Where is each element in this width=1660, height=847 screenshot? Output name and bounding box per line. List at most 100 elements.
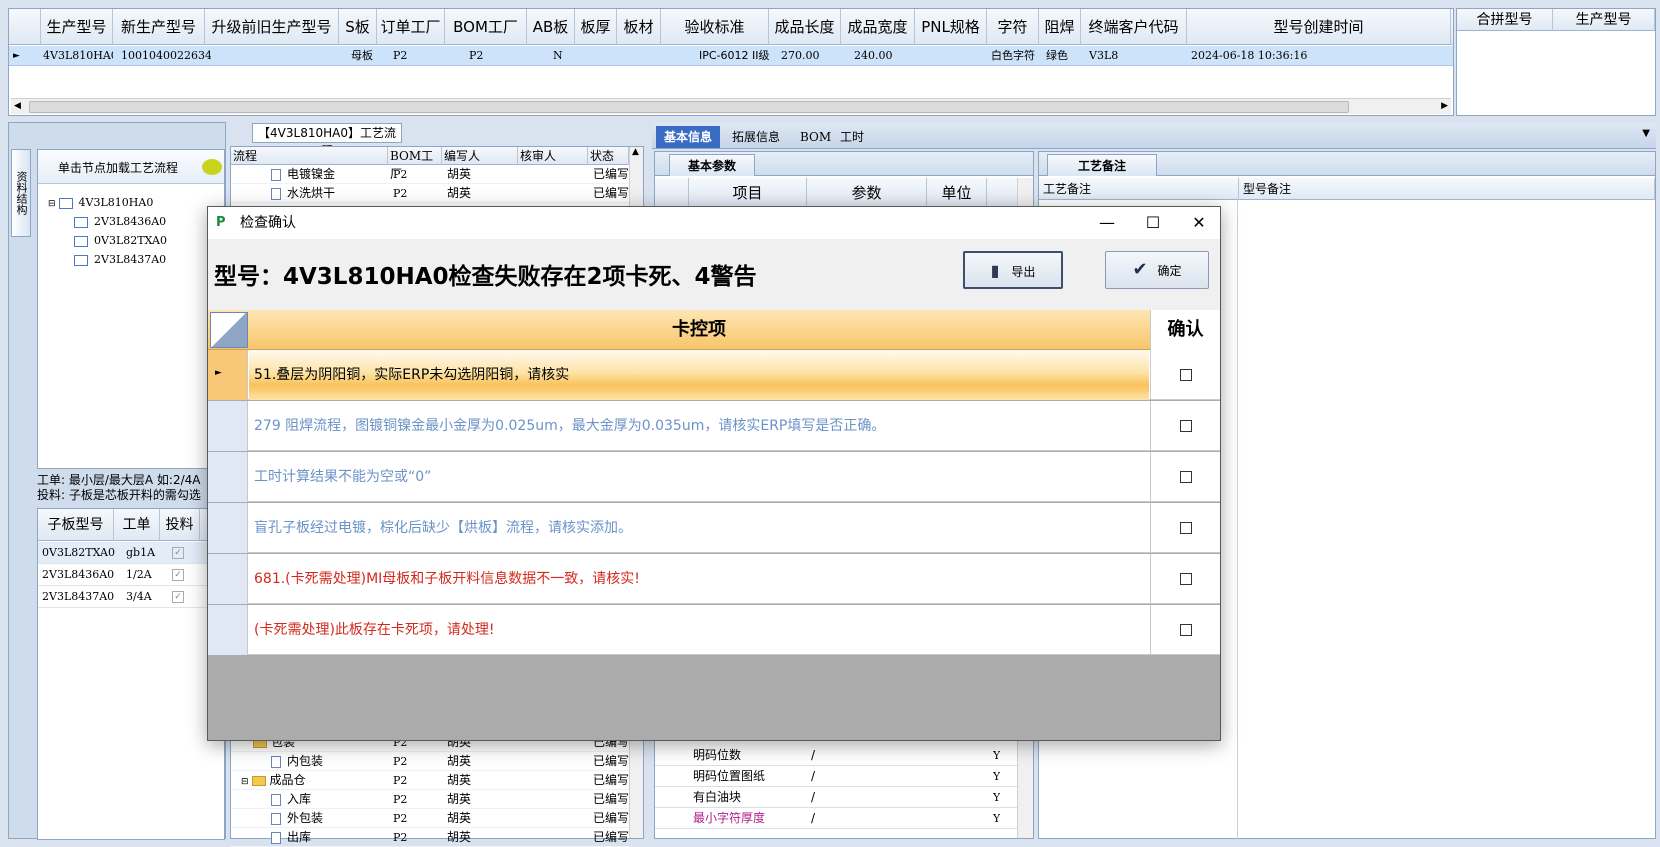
- col-header[interactable]: 项目: [689, 178, 807, 208]
- horizontal-scrollbar[interactable]: ◀ ▶: [11, 98, 1451, 114]
- maximize-icon[interactable]: ☐: [1130, 207, 1176, 239]
- book-icon: ▮: [990, 261, 1000, 280]
- check-row[interactable]: 工时计算结果不能为空或“0”: [208, 452, 1220, 502]
- feed-checkbox[interactable]: ✓: [172, 547, 184, 559]
- process-row[interactable]: ⊟ 成品仓 P2 胡英 已编写: [231, 771, 629, 790]
- confirm-checkbox[interactable]: [1180, 522, 1192, 534]
- feed-checkbox[interactable]: ✓: [172, 591, 184, 603]
- check-row[interactable]: (卡死需处理)此板存在卡死项，请处理!: [208, 605, 1220, 655]
- tab-structure[interactable]: 资料结构: [11, 149, 31, 237]
- minimize-icon[interactable]: —: [1084, 207, 1130, 239]
- col-header[interactable]: 核审人: [518, 147, 588, 165]
- confirm-checkbox[interactable]: [1180, 624, 1192, 636]
- param-row[interactable]: 明码位数 / Y: [655, 745, 1017, 766]
- col-header[interactable]: 阻焊: [1039, 9, 1081, 45]
- col-header[interactable]: 投料: [160, 509, 200, 541]
- col-header[interactable]: 生产型号: [1553, 9, 1655, 31]
- col-header[interactable]: 流程: [231, 147, 388, 165]
- col-header[interactable]: 参数: [807, 178, 927, 208]
- col-header[interactable]: BOM工厂: [445, 9, 527, 45]
- col-header[interactable]: 生产型号: [41, 9, 113, 45]
- col-header[interactable]: 订单工厂: [377, 9, 445, 45]
- col-header[interactable]: 新生产型号: [113, 9, 205, 45]
- dropdown-arrow-icon[interactable]: ▼: [1642, 128, 1650, 139]
- check-row[interactable]: 盲孔子板经过电镀，棕化后缺少【烘板】流程，请核实添加。: [208, 503, 1220, 553]
- col-header[interactable]: 板厚: [575, 9, 617, 45]
- param-value: /: [811, 811, 816, 825]
- tree-node[interactable]: 2V3L8437A0: [74, 251, 166, 269]
- close-icon[interactable]: ✕: [1176, 207, 1222, 239]
- tab-extended-info[interactable]: 拓展信息: [724, 126, 788, 148]
- scroll-right-icon[interactable]: ▶: [1441, 99, 1448, 113]
- scrollbar-thumb[interactable]: [29, 101, 1349, 113]
- confirm-checkbox[interactable]: [1180, 471, 1192, 483]
- confirm-checkbox[interactable]: [1180, 420, 1192, 432]
- table-row[interactable]: 2V3L8437A0 3/4A ✓: [38, 586, 224, 608]
- select-all-corner[interactable]: [210, 312, 248, 348]
- param-row[interactable]: 明码位置图纸 / Y: [655, 766, 1017, 787]
- process-row[interactable]: 内包装 P2 胡英 已编写: [231, 752, 629, 771]
- col-header[interactable]: 编写人: [442, 147, 518, 165]
- check-row[interactable]: 279 阻焊流程，图镀铜镍金最小金厚为0.025um，最大金厚为0.035um，…: [208, 401, 1220, 451]
- col-header[interactable]: 工艺备注: [1039, 178, 1239, 200]
- row-selector[interactable]: [208, 452, 248, 502]
- col-header[interactable]: S板: [339, 9, 377, 45]
- scroll-up-icon[interactable]: ▲: [632, 147, 639, 157]
- check-row[interactable]: ► 51.叠层为阴阳铜，实际ERP未勾选阴阳铜，请核实: [208, 350, 1220, 400]
- col-header[interactable]: 合拼型号: [1457, 9, 1553, 31]
- process-row[interactable]: 电镀镍金 P2 胡英 已编写: [231, 165, 629, 184]
- table-row[interactable]: 2V3L8436A0 1/2A ✓: [38, 564, 224, 586]
- check-row[interactable]: 681.(卡死需处理)MI母板和子板开料信息数据不一致，请核实!: [208, 554, 1220, 604]
- merge-header: 合拼型号 生产型号: [1457, 9, 1655, 31]
- process-row[interactable]: 水洗烘干 P2 胡英 已编写: [231, 184, 629, 203]
- col-header[interactable]: 字符: [987, 9, 1039, 45]
- process-factory: P2: [393, 168, 408, 181]
- col-header[interactable]: 终端客户代码: [1081, 9, 1187, 45]
- param-row[interactable]: 有白油块 / Y: [655, 787, 1017, 808]
- process-row[interactable]: 入库 P2 胡英 已编写: [231, 790, 629, 809]
- info-line: 工单: 最小层/最大层A 如:2/4A: [37, 473, 201, 487]
- export-button[interactable]: ▮ 导出: [963, 251, 1063, 289]
- col-header-item[interactable]: 卡控项: [249, 310, 1149, 350]
- param-row[interactable]: 最小字符厚度 / Y: [655, 808, 1017, 829]
- col-header[interactable]: 型号备注: [1239, 178, 1655, 200]
- tree-node-root[interactable]: ⊟ 4V3L810HA0: [48, 194, 153, 212]
- feed-checkbox[interactable]: ✓: [172, 569, 184, 581]
- confirm-checkbox[interactable]: [1180, 369, 1192, 381]
- tab-basic-params[interactable]: 基本参数: [669, 154, 756, 176]
- tree-node[interactable]: 0V3L82TXA0: [74, 232, 167, 250]
- confirm-button[interactable]: ✔ 确定: [1105, 251, 1209, 289]
- row-selector[interactable]: [208, 554, 248, 604]
- col-header[interactable]: 升级前旧生产型号: [205, 9, 339, 45]
- process-row[interactable]: 外包装 P2 胡英 已编写: [231, 809, 629, 828]
- confirm-checkbox[interactable]: [1180, 573, 1192, 585]
- tab-process-notes[interactable]: 工艺备注: [1047, 154, 1158, 176]
- tree-node[interactable]: 2V3L8436A0: [74, 213, 166, 231]
- col-header[interactable]: 板材: [617, 9, 661, 45]
- col-header[interactable]: 工单: [114, 509, 160, 541]
- col-header[interactable]: BOM工厂: [388, 147, 442, 181]
- col-header[interactable]: 型号创建时间: [1187, 9, 1451, 45]
- process-row[interactable]: 出库 P2 胡英 已编写: [231, 828, 629, 847]
- table-row[interactable]: 0V3L82TXA0 gb1A ✓: [38, 542, 224, 564]
- scroll-left-icon[interactable]: ◀: [14, 99, 21, 113]
- tab-basic-info[interactable]: 基本信息: [656, 126, 721, 148]
- col-header[interactable]: 单位: [927, 178, 987, 208]
- col-header-confirm[interactable]: 确认: [1150, 310, 1220, 350]
- col-header[interactable]: 验收标准: [661, 9, 769, 45]
- tab-work-hours[interactable]: 工时: [832, 126, 872, 148]
- col-header[interactable]: 子板型号: [38, 509, 114, 541]
- row-selector[interactable]: ►: [208, 350, 248, 400]
- row-selector[interactable]: [208, 401, 248, 451]
- col-header[interactable]: 状态: [588, 147, 629, 165]
- collapse-icon[interactable]: ⊟: [241, 777, 249, 787]
- table-row[interactable]: ► 4V3L810HA0 10010400226343 母板 P2 P2 N I…: [9, 46, 1453, 66]
- col-header[interactable]: 成品宽度: [841, 9, 915, 45]
- col-header[interactable]: PNL规格: [915, 9, 987, 45]
- row-selector[interactable]: [208, 605, 248, 655]
- col-header[interactable]: AB板: [527, 9, 575, 45]
- col-header[interactable]: 成品长度: [769, 9, 841, 45]
- row-selector[interactable]: [208, 503, 248, 553]
- process-factory: P2: [393, 755, 408, 768]
- collapse-icon[interactable]: ⊟: [48, 199, 56, 209]
